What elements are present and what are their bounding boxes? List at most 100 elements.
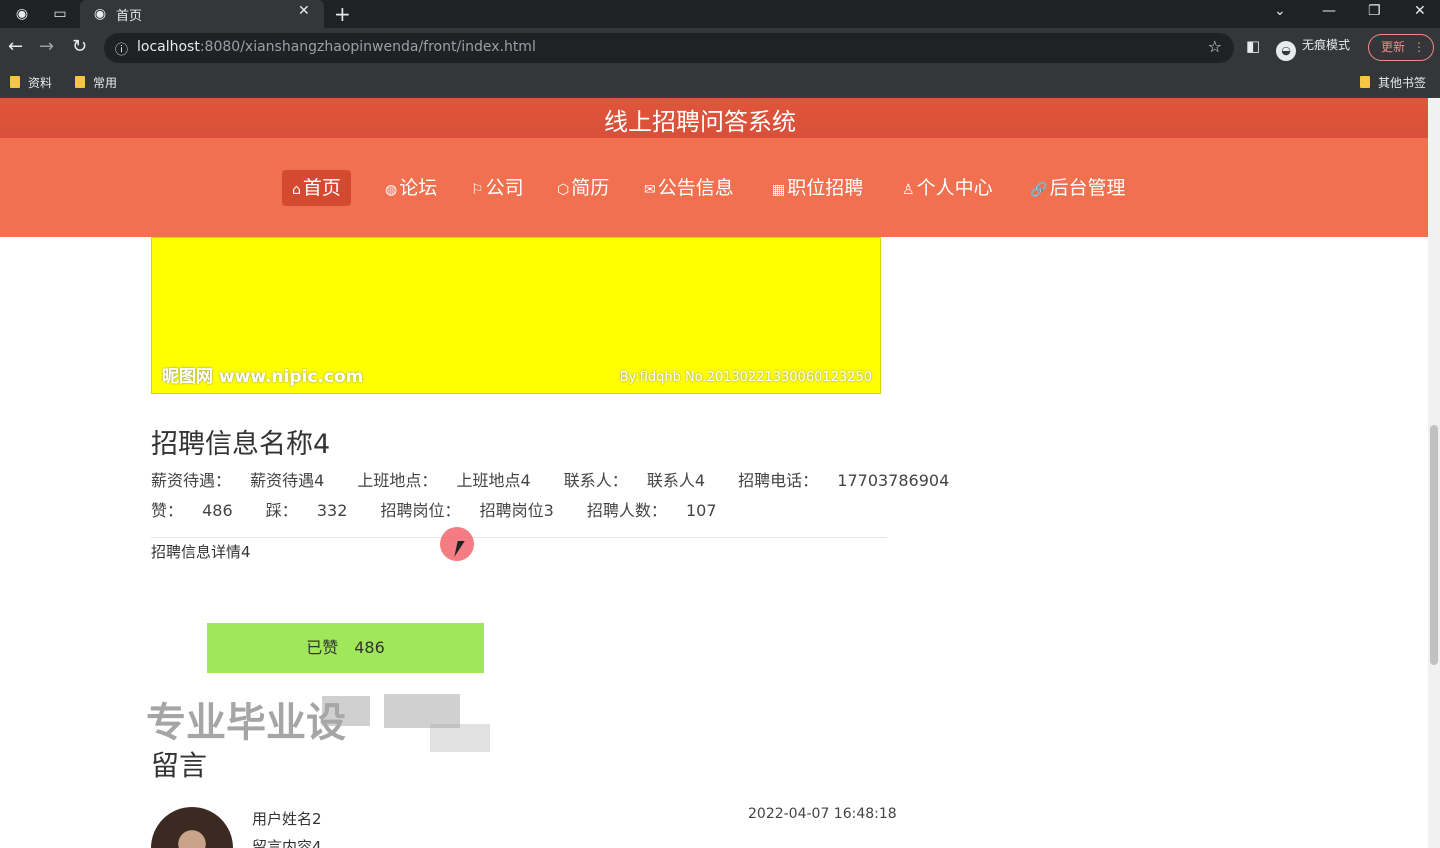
mosaic-block xyxy=(430,724,490,752)
headcount-field: 招聘人数： 107 xyxy=(587,501,731,520)
forum-icon: ◍ xyxy=(385,182,398,198)
tab-title: 首页 xyxy=(116,9,143,24)
nav-resume[interactable]: ⬡ 简历 xyxy=(547,170,619,206)
mosaic-block xyxy=(384,694,460,728)
tab-close-icon[interactable]: ✕ xyxy=(298,3,310,19)
url-text: localhost:8080/xianshangzhaopinwenda/fro… xyxy=(137,39,536,55)
other-bookmarks-label: 其他书签 xyxy=(1378,76,1427,90)
field-label: 招聘人数： xyxy=(586,501,667,520)
dislikes-field: 踩： 332 xyxy=(266,501,362,520)
field-value: 17703786904 xyxy=(837,471,950,490)
message-time: 2022-04-07 16:48:18 xyxy=(748,806,897,822)
flag-icon: ⚐ xyxy=(471,182,484,198)
menu-dots-icon: ⋮ xyxy=(1413,40,1425,54)
bookmarks-bar: 资料 常用 其他书签 xyxy=(0,68,1440,98)
browser-address-bar: ← → ↻ ⓘ localhost:8080/xianshangzhaopinw… xyxy=(0,28,1440,68)
tab-favicon-icon: ◉ xyxy=(93,6,107,22)
folder-icon xyxy=(10,76,20,88)
nav-label: 后台管理 xyxy=(1049,177,1126,199)
mosaic-block xyxy=(322,696,370,726)
contact-field: 联系人： 联系人4 xyxy=(564,471,719,490)
image-watermark-right: By:fldqhb No.20130221330060123250 xyxy=(619,370,872,385)
field-label: 联系人： xyxy=(563,471,628,490)
field-label: 上班地点： xyxy=(357,471,438,490)
job-info-line-2: 赞： 486 踩： 332 招聘岗位： 招聘岗位3 招聘人数： 107 xyxy=(151,497,745,521)
tab-active[interactable]: ◉ 首页 ✕ xyxy=(80,0,324,28)
tab-search-icon[interactable]: ⌄ xyxy=(1274,3,1286,19)
forward-icon[interactable]: → xyxy=(39,37,54,57)
url-input[interactable]: ⓘ localhost:8080/xianshangzhaopinwenda/f… xyxy=(104,33,1234,63)
other-bookmarks[interactable]: 其他书签 xyxy=(1360,74,1426,91)
nav-label: 个人中心 xyxy=(916,177,993,199)
nav-label: 职位招聘 xyxy=(787,177,864,199)
image-watermark-left: 昵图网 www.nipic.com xyxy=(162,367,364,387)
field-label: 招聘电话： xyxy=(738,471,819,490)
minimize-icon[interactable]: — xyxy=(1322,3,1336,19)
close-window-icon[interactable]: ✕ xyxy=(1414,3,1426,19)
nav-jobs[interactable]: ▦ 职位招聘 xyxy=(762,170,873,206)
nav-profile[interactable]: ♙ 个人中心 xyxy=(892,170,1003,206)
nav-label: 简历 xyxy=(571,177,610,199)
phone-field: 招聘电话： 17703786904 xyxy=(738,471,963,490)
nav-label: 论坛 xyxy=(399,177,438,199)
bookmark-label: 常用 xyxy=(93,76,118,90)
field-value: 联系人4 xyxy=(646,471,706,490)
bookmark-folder-ziliao[interactable]: 资料 xyxy=(10,74,52,91)
site-header: 线上招聘问答系统 xyxy=(0,98,1428,138)
job-title: 招聘信息名称4 xyxy=(151,429,331,460)
reload-icon[interactable]: ↻ xyxy=(72,37,87,57)
link-icon: 🔗 xyxy=(1030,182,1048,198)
update-button[interactable]: 更新 ⋮ xyxy=(1368,34,1434,61)
browser-globe-icon[interactable]: ◉ xyxy=(12,4,32,24)
field-label: 薪资待遇： xyxy=(151,471,232,490)
location-field: 上班地点： 上班地点4 xyxy=(357,471,544,490)
field-value: 上班地点4 xyxy=(456,471,531,490)
job-info-line-1: 薪资待遇： 薪资待遇4 上班地点： 上班地点4 联系人： 联系人4 招聘电话： … xyxy=(151,467,977,491)
restore-icon[interactable]: ❐ xyxy=(1368,3,1381,19)
avatar xyxy=(151,807,233,848)
site-info-icon[interactable]: ⓘ xyxy=(115,39,128,58)
nav-admin[interactable]: 🔗 后台管理 xyxy=(1020,170,1135,206)
bookmark-label: 资料 xyxy=(28,76,53,90)
side-panel-icon[interactable]: ◧ xyxy=(1246,37,1260,55)
field-label: 踩： xyxy=(265,501,298,520)
page-scrollbar[interactable] xyxy=(1428,98,1440,848)
incognito-indicator[interactable]: ◒ 无痕模式 xyxy=(1276,36,1350,61)
job-detail: 招聘信息详情4 xyxy=(151,543,251,561)
field-value: 薪资待遇4 xyxy=(250,471,325,490)
folder-icon xyxy=(75,76,85,88)
message-content: 留言内容4 xyxy=(252,838,322,848)
position-field: 招聘岗位： 招聘岗位3 xyxy=(381,501,568,520)
field-value: 107 xyxy=(686,501,717,520)
salary-field: 薪资待遇： 薪资待遇4 xyxy=(151,471,338,490)
scrollbar-thumb[interactable] xyxy=(1430,425,1438,665)
bookmark-star-icon[interactable]: ☆ xyxy=(1208,37,1222,56)
user-icon: ♙ xyxy=(902,182,915,198)
site-nav: ⌂ 首页 ◍ 论坛 ⚐ 公司 ⬡ 简历 ✉ 公告信息 ▦ 职位招聘 ♙ 个人中心 🔗 后台管理 xyxy=(0,138,1428,237)
likes-field: 赞： 486 xyxy=(151,501,247,520)
tab-overview-icon[interactable]: ▭ xyxy=(50,4,70,24)
like-button[interactable]: 已赞 486 xyxy=(207,623,484,673)
field-value: 486 xyxy=(202,501,233,520)
nav-announcements[interactable]: ✉ 公告信息 xyxy=(634,170,744,206)
nav-forum[interactable]: ◍ 论坛 xyxy=(375,170,447,206)
browser-tab-bar: ◉ ▭ ◉ 首页 ✕ + ⌄ — ❐ ✕ xyxy=(0,0,1440,28)
mail-icon: ✉ xyxy=(644,182,656,198)
field-label: 赞： xyxy=(151,501,184,520)
update-label: 更新 xyxy=(1381,40,1406,54)
nav-label: 首页 xyxy=(302,177,341,199)
nav-label: 公司 xyxy=(485,177,524,199)
page-content: 线上招聘问答系统 ⌂ 首页 ◍ 论坛 ⚐ 公司 ⬡ 简历 ✉ 公告信息 ▦ 职位招聘 ♙ 个人… xyxy=(0,98,1428,848)
field-label: 招聘岗位： xyxy=(380,501,461,520)
nav-home[interactable]: ⌂ 首页 xyxy=(282,170,351,206)
back-icon[interactable]: ← xyxy=(8,37,23,57)
nav-label: 公告信息 xyxy=(657,177,734,199)
new-tab-icon[interactable]: + xyxy=(334,2,351,26)
bookmark-folder-changyong[interactable]: 常用 xyxy=(75,74,117,91)
url-path: :8080/xianshangzhaopinwenda/front/index.… xyxy=(199,39,536,55)
field-value: 招聘岗位3 xyxy=(479,501,554,520)
divider xyxy=(151,537,887,538)
cube-icon: ⬡ xyxy=(557,182,570,198)
nav-company[interactable]: ⚐ 公司 xyxy=(461,170,534,206)
incognito-icon: ◒ xyxy=(1276,41,1296,61)
